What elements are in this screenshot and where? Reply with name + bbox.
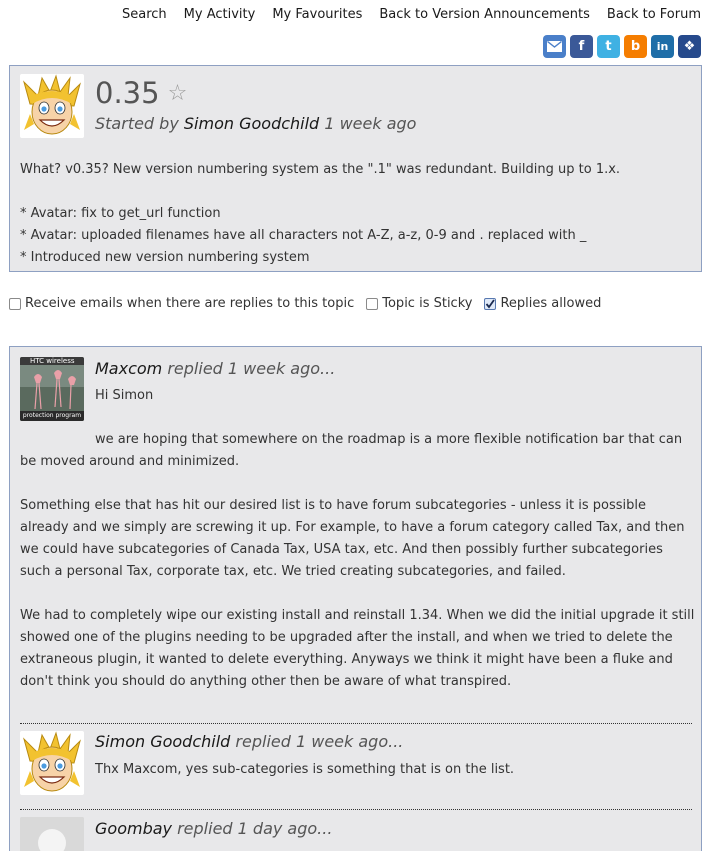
reply-header: Maxcom replied 1 week ago... [95,359,335,378]
reply-avatar[interactable] [20,817,84,851]
receive-emails-label: Receive emails when there are replies to… [25,296,355,311]
blogger-icon[interactable]: b [624,35,647,58]
top-nav: Search My Activity My Favourites Back to… [122,7,701,22]
reply-author-link[interactable]: Maxcom [95,359,162,378]
reply-spacer [20,473,695,495]
topic-body-line: * Avatar: fix to get_url function [20,206,221,221]
email-icon[interactable] [543,35,566,58]
reply-header: Simon Goodchild replied 1 week ago... [95,732,403,751]
topic-body-spacer [20,181,695,203]
facebook-glyph: f [578,39,585,54]
replies-allowed-checkbox[interactable] [484,297,497,310]
topic-options: Receive emails when there are replies to… [9,296,613,311]
topic-started-by: Started by Simon Goodchild 1 week ago [95,114,416,133]
nav-back-to-version-announcements-link[interactable]: Back to Version Announcements [379,7,590,22]
reply-body: Thx Maxcom, yes sub-categories is someth… [95,759,695,781]
reply-divider [20,809,692,810]
reply-paragraph: We had to completely wipe our existing i… [20,608,695,689]
myspace-glyph: ❖ [683,39,696,54]
sticky-checkbox[interactable] [366,297,379,310]
reply-author-link[interactable]: Goombay [95,819,172,838]
twitter-icon[interactable]: t [597,35,620,58]
topic-body-line: * Introduced new version numbering syste… [20,250,310,265]
facebook-icon[interactable]: f [570,35,593,58]
favourite-star-icon[interactable]: ☆ [168,81,188,106]
blogger-glyph: b [630,39,641,54]
reply-avatar[interactable] [20,731,84,795]
topic-body: What? v0.35? New version numbering syste… [20,159,695,269]
topic-time: 1 week ago [324,114,417,133]
sticky-option[interactable]: Topic is Sticky [366,296,472,311]
reply-meta: replied 1 week ago... [167,359,336,378]
reply-paragraph: Thx Maxcom, yes sub-categories is someth… [95,762,515,777]
myspace-icon[interactable]: ❖ [678,35,701,58]
sticky-label: Topic is Sticky [382,296,473,311]
reply-body: Hi Simon we are hoping that somewhere on… [20,385,695,693]
receive-emails-checkbox[interactable] [9,297,21,310]
check-icon [486,298,496,308]
topic-body-line: * Avatar: uploaded filenames have all ch… [20,228,587,243]
reply-paragraph: Hi Simon [95,388,154,403]
topic-title: 0.35 ☆ [95,76,187,110]
reply-paragraph: we are hoping that somewhere on the road… [20,432,683,469]
author-avatar[interactable] [20,74,84,138]
linkedin-icon[interactable]: in [651,35,674,58]
topic-body-line: What? v0.35? New version numbering syste… [20,162,621,177]
linkedin-glyph: in [656,40,669,53]
twitter-glyph: t [605,39,612,54]
reply-divider [20,723,692,724]
receive-emails-option[interactable]: Receive emails when there are replies to… [9,296,354,311]
nav-back-to-forum-link[interactable]: Back to Forum [607,7,701,22]
nav-my-activity-link[interactable]: My Activity [184,7,256,22]
reply-paragraph: Something else that has hit our desired … [20,498,685,579]
replies-allowed-label: Replies allowed [500,296,602,311]
reply-spacer [20,583,695,605]
topic-box: 0.35 ☆ Started by Simon Goodchild 1 week… [9,65,702,272]
avatar-caption-top: HTC wireless [30,357,75,365]
reply-spacer [20,407,695,429]
replies-box: HTC wireless protection program Maxcom r… [9,346,702,851]
topic-title-text: 0.35 [95,76,160,110]
started-prefix: Started by [95,114,179,133]
nav-search-link[interactable]: Search [122,7,167,22]
reply-header: Goombay replied 1 day ago... [95,819,332,838]
share-bar: f t b in ❖ [543,35,701,58]
topic-author-link[interactable]: Simon Goodchild [184,114,319,133]
replies-allowed-option[interactable]: Replies allowed [484,296,601,311]
reply-meta: replied 1 week ago... [235,732,404,751]
reply-meta: replied 1 day ago... [177,819,333,838]
nav-my-favourites-link[interactable]: My Favourites [272,7,362,22]
reply-author-link[interactable]: Simon Goodchild [95,732,230,751]
